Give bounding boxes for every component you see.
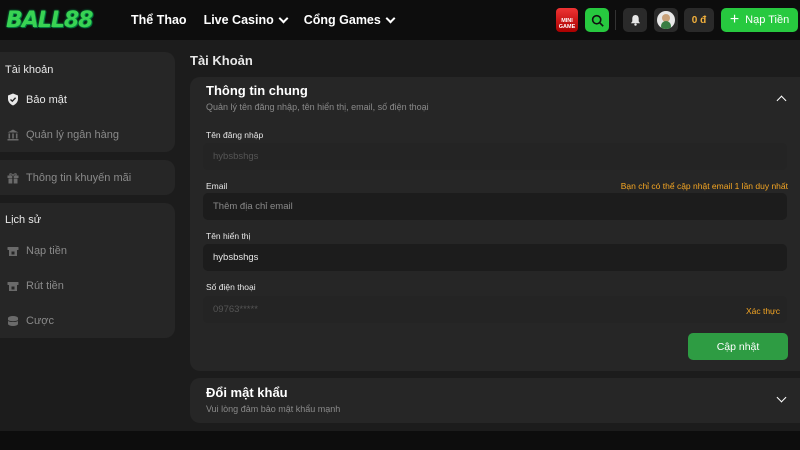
- general-info-card: [190, 77, 800, 371]
- sidebar-item-label: Rút tiền: [26, 279, 64, 292]
- bell-icon: [630, 14, 640, 26]
- phone-field: 09763*****: [203, 296, 787, 323]
- change-password-header[interactable]: Đổi mật khẩu Vui lòng đảm bảo mật khẩu m…: [206, 385, 340, 414]
- bank-icon: [6, 128, 19, 141]
- chevron-down-icon: [278, 13, 289, 23]
- email-input[interactable]: [203, 193, 787, 220]
- top-header: BALL88 Thể Thao Live Casino Cổng Games M…: [0, 0, 800, 40]
- nav-games[interactable]: Cổng Games: [304, 13, 396, 27]
- sidebar-item-label: Cược: [26, 314, 55, 327]
- deposit-button[interactable]: + Nạp Tiền: [721, 8, 798, 32]
- mini-game-label: MINI GAME: [558, 18, 576, 30]
- sidebar-item-withdraw-history[interactable]: Rút tiền: [6, 279, 64, 292]
- sidebar-item-bank[interactable]: Quản lý ngân hàng: [6, 128, 119, 141]
- sidebar-item-label: Bảo mật: [26, 93, 67, 106]
- sidebar-account-group: Tài khoản Bảo mật Quản lý ngân hàng: [0, 52, 175, 152]
- plus-icon: +: [729, 11, 740, 28]
- sidebar-promo-group: Thông tin khuyến mãi: [0, 160, 175, 195]
- search-icon: [591, 14, 604, 27]
- change-password-title: Đổi mật khẩu: [206, 385, 288, 400]
- general-info-subtitle: Quản lý tên đăng nhập, tên hiển thị, ema…: [206, 102, 429, 112]
- username-label: Tên đăng nhập: [206, 130, 264, 140]
- general-info-header[interactable]: Thông tin chung Quản lý tên đăng nhập, t…: [206, 83, 429, 112]
- display-name-label: Tên hiển thị: [206, 231, 251, 241]
- coins-icon: [6, 314, 19, 327]
- ball88-logo[interactable]: BALL88: [6, 6, 110, 34]
- chevron-down-icon: [385, 13, 396, 23]
- mini-game-button[interactable]: MINI GAME: [556, 8, 578, 32]
- sidebar-item-label: Nạp tiền: [26, 244, 67, 257]
- avatar: [657, 11, 675, 29]
- logo-text: BALL88: [6, 7, 93, 33]
- sidebar-history-group: Lịch sử Nạp tiền Rút tiền Cược: [0, 203, 175, 338]
- withdraw-icon: [6, 279, 19, 292]
- header-divider: [615, 10, 616, 30]
- username-field: hybsbshgs: [203, 143, 787, 170]
- bottom-bar: [0, 431, 800, 450]
- sidebar-item-deposit-history[interactable]: Nạp tiền: [6, 244, 67, 257]
- update-button[interactable]: Cập nhật: [688, 333, 788, 360]
- notification-button[interactable]: [623, 8, 647, 32]
- sidebar-item-label: Thông tin khuyến mãi: [26, 171, 132, 184]
- nav-live-casino[interactable]: Live Casino: [204, 13, 289, 27]
- sidebar-item-promotions[interactable]: Thông tin khuyến mãi: [6, 171, 131, 184]
- user-avatar-button[interactable]: [654, 8, 678, 32]
- nav-sports[interactable]: Thể Thao: [131, 13, 187, 27]
- search-button[interactable]: [585, 8, 609, 32]
- sidebar-item-label: Quản lý ngân hàng: [26, 128, 119, 141]
- balance-display[interactable]: 0 đ: [684, 8, 714, 32]
- email-label: Email: [206, 181, 228, 191]
- deposit-label: Nạp Tiền: [745, 14, 790, 26]
- main-nav: Thể Thao Live Casino Cổng Games: [131, 0, 411, 40]
- change-password-subtitle: Vui lòng đảm bảo mật khẩu mạnh: [206, 404, 341, 414]
- verify-phone-link[interactable]: Xác thực: [746, 306, 780, 316]
- shield-check-icon: [6, 93, 19, 106]
- deposit-icon: [6, 244, 19, 257]
- sidebar-history-title: Lịch sử: [5, 214, 42, 226]
- general-info-title: Thông tin chung: [206, 83, 308, 98]
- phone-label: Số điện thoại: [206, 282, 256, 292]
- sidebar-account-title: Tài khoản: [5, 64, 54, 76]
- display-name-input[interactable]: [203, 244, 787, 271]
- sidebar-item-security[interactable]: Bảo mật: [6, 93, 67, 106]
- gift-icon: [6, 171, 19, 184]
- email-note: Bạn chỉ có thể cập nhật email 1 lần duy …: [620, 181, 788, 191]
- sidebar-item-bet-history[interactable]: Cược: [6, 314, 54, 327]
- page-title: Tài Khoản: [190, 53, 253, 68]
